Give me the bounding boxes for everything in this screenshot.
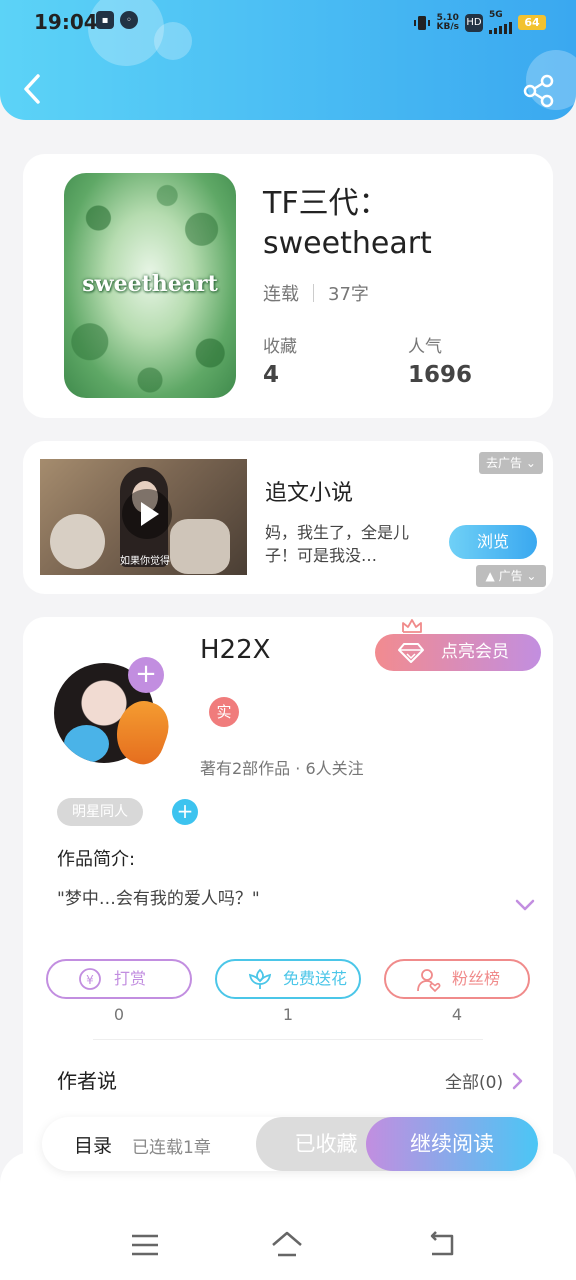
vip-label: 点亮会员 — [441, 642, 509, 662]
view-all-label: 全部(0) — [445, 1073, 504, 1093]
favorites-value: 4 — [263, 362, 280, 388]
favorites-label: 收藏 — [263, 337, 297, 357]
status-right: 5.10 KB/s HD 5G 64 — [413, 11, 546, 34]
continue-reading-button[interactable]: 继续阅读 — [366, 1117, 538, 1171]
ad-video-caption: 如果你觉得 — [120, 556, 170, 567]
home-icon[interactable] — [270, 1228, 304, 1262]
battery-icon: 64 — [518, 15, 546, 30]
ad-video-thumbnail[interactable]: 如果你觉得 — [40, 459, 247, 575]
reward-label: 打赏 — [114, 969, 147, 988]
back-arrow-icon[interactable] — [18, 72, 48, 106]
network-type: 5G — [489, 10, 503, 20]
divider — [313, 284, 314, 302]
send-flower-label: 免费送花 — [283, 969, 348, 988]
author-says-heading: 作者说 — [57, 1069, 117, 1093]
fan-icon — [417, 969, 441, 993]
author-name[interactable]: H22X — [200, 635, 270, 665]
divider — [93, 1039, 483, 1040]
book-title: TF三代：sweetheart — [263, 186, 432, 261]
ad-title: 追文小说 — [265, 481, 354, 506]
author-meta: 著有2部作品 · 6人关注 — [200, 759, 364, 778]
remove-ads-button[interactable]: 去广告 ⌄ — [479, 452, 543, 474]
net-speed-unit: KB/s — [436, 21, 459, 32]
chevron-right-icon — [512, 1072, 523, 1089]
bag-icon: ▪ — [96, 11, 114, 29]
flower-count: 1 — [282, 1005, 294, 1024]
send-flower-button[interactable]: 免费送花 — [215, 959, 361, 999]
follow-plus-button[interactable]: + — [128, 657, 164, 693]
status-notification-icons: ▪ ◦ — [96, 11, 138, 29]
chevron-down-icon: ⌄ — [525, 456, 536, 470]
book-cover[interactable]: sweetheart — [64, 173, 236, 398]
chevron-down-icon: ⌄ — [526, 569, 537, 583]
ad-tag-label: 广告 — [498, 569, 523, 583]
ad-logo-icon: ▲ — [485, 569, 495, 583]
genre-tag[interactable]: 明星同人 — [57, 798, 143, 826]
reward-button[interactable]: ¥ 打赏 — [46, 959, 192, 999]
vibrate-icon — [413, 15, 430, 30]
add-tag-button[interactable]: + — [172, 799, 198, 825]
app-icon: ◦ — [120, 11, 138, 29]
decor-bubble — [88, 0, 164, 66]
play-icon[interactable] — [122, 489, 172, 539]
diamond-icon — [398, 643, 424, 663]
vip-button[interactable]: 点亮会员 — [375, 634, 541, 671]
svg-text:¥: ¥ — [86, 973, 94, 987]
fan-ranking-button[interactable]: 粉丝榜 — [384, 959, 530, 999]
reward-count: 0 — [113, 1005, 125, 1024]
book-status-row: 连载 37字 — [263, 280, 369, 306]
popularity-label: 人气 — [408, 337, 442, 357]
ad-description: 妈，我生了，全是儿子！可是我没… — [265, 523, 410, 565]
chapter-count: 已连载1章 — [132, 1138, 211, 1158]
signal-icon: 5G — [489, 11, 512, 34]
view-all-link[interactable]: 全部(0) — [445, 1068, 525, 1093]
ad-browse-button[interactable]: 浏览 — [449, 525, 537, 559]
toc-button[interactable]: 目录 — [74, 1131, 112, 1158]
status-time: 19:04 — [34, 10, 98, 34]
remove-ads-label: 去广告 — [486, 456, 523, 470]
book-info-card: sweetheart TF三代：sweetheart 连载 37字 收藏 4 人… — [23, 154, 553, 418]
ad-card[interactable]: 如果你觉得 追文小说 妈，我生了，全是儿子！可是我没… 浏览 去广告 ⌄ ▲ 广… — [23, 441, 553, 594]
fan-ranking-label: 粉丝榜 — [452, 969, 501, 988]
ad-tag[interactable]: ▲ 广告 ⌄ — [476, 565, 546, 587]
bottom-action-bar: 目录 已连载1章 已收藏 继续阅读 — [42, 1117, 538, 1171]
intro-text: "梦中…会有我的爱人吗？" — [57, 889, 260, 909]
popularity-value: 1696 — [408, 362, 473, 388]
net-speed: 5.10 KB/s — [436, 13, 459, 32]
verified-badge: 实 — [209, 697, 239, 727]
share-icon[interactable] — [522, 74, 556, 108]
menu-icon[interactable] — [128, 1228, 162, 1262]
fan-count: 4 — [451, 1005, 463, 1024]
coin-icon: ¥ — [79, 968, 101, 990]
word-count: 37字 — [328, 284, 369, 305]
serial-status: 连载 — [263, 284, 299, 305]
hd-icon: HD — [465, 13, 483, 32]
cover-title: sweetheart — [82, 271, 218, 297]
intro-label: 作品简介: — [57, 849, 136, 870]
decor-bubble — [154, 22, 192, 60]
chevron-down-icon[interactable] — [513, 895, 537, 915]
crown-icon — [402, 619, 422, 633]
back-icon[interactable] — [424, 1228, 458, 1262]
flower-icon — [248, 968, 272, 989]
